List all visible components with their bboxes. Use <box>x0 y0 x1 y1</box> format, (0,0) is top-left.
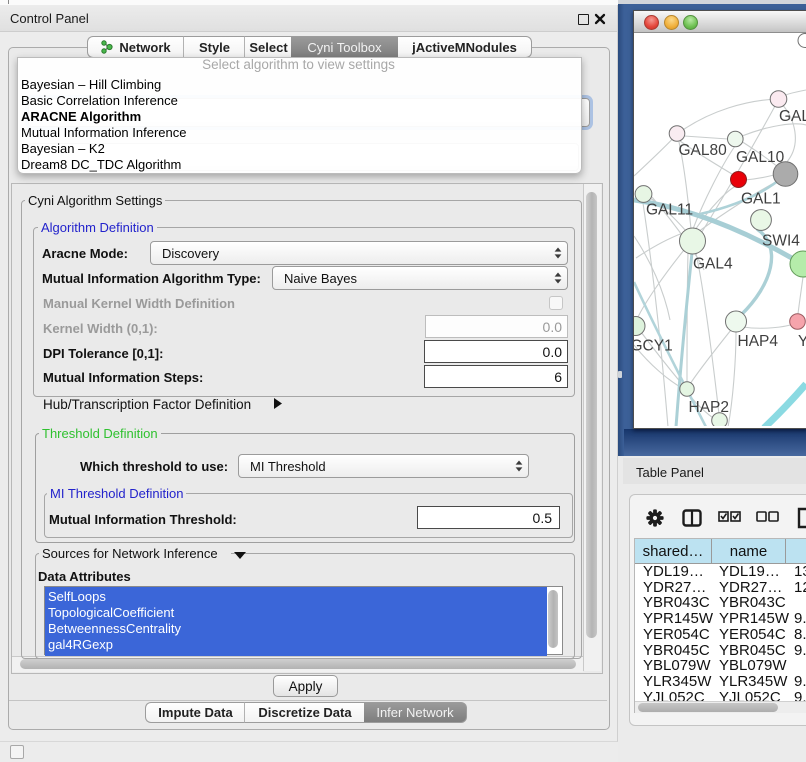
svg-text:SWI4: SWI4 <box>762 233 800 250</box>
svg-text:GAL2: GAL2 <box>779 108 806 125</box>
svg-text:YB: YB <box>798 333 806 350</box>
svg-text:GAL80: GAL80 <box>679 142 728 159</box>
svg-text:HAP2: HAP2 <box>689 399 730 416</box>
svg-text:GAL4: GAL4 <box>693 256 733 273</box>
svg-text:GAL11: GAL11 <box>646 202 693 219</box>
svg-text:GAL10: GAL10 <box>736 149 785 166</box>
svg-text:HAP4: HAP4 <box>738 333 779 350</box>
svg-text:GCY1: GCY1 <box>634 338 673 355</box>
svg-text:GAL1: GAL1 <box>741 191 781 208</box>
